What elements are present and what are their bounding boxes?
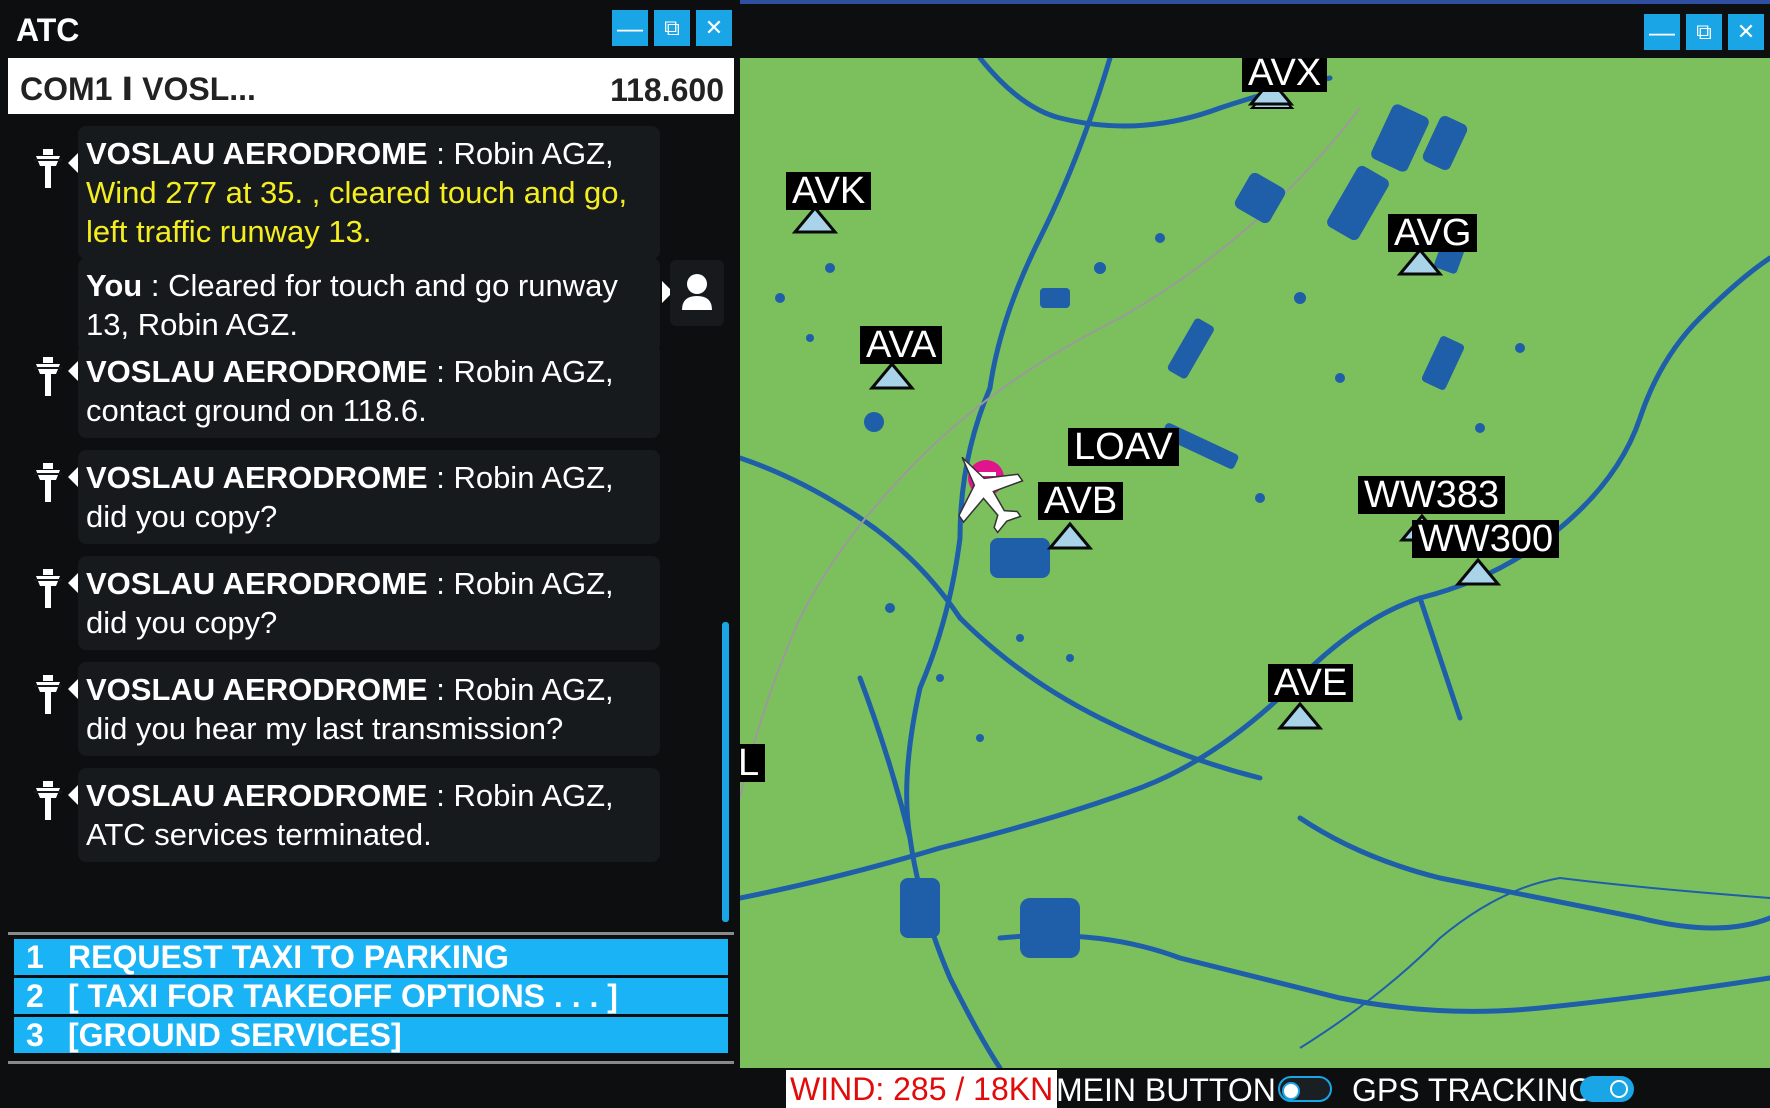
popout-button[interactable]: ⧉: [654, 10, 690, 46]
option-number: 3: [26, 1017, 44, 1053]
tower-icon: [34, 569, 62, 608]
message-speaker: VOSLAU AERODROME: [86, 778, 428, 813]
message-separator: :: [427, 778, 454, 813]
mein-button-label: MEIN BUTTON: [1056, 1072, 1276, 1108]
message-item: VOSLAU AERODROME : Robin AGZ, ATC servic…: [78, 768, 660, 862]
message-item: VOSLAU AERODROME : Robin AGZ, contact gr…: [78, 344, 660, 438]
message-item: VOSLAU AERODROME : Robin AGZ, did you co…: [78, 556, 660, 650]
message-speaker: VOSLAU AERODROME: [86, 672, 428, 707]
map-minimize-button[interactable]: —: [1644, 14, 1680, 50]
atc-footer: [8, 1066, 734, 1108]
option-label: [GROUND SERVICES]: [68, 1017, 402, 1053]
message-speaker: VOSLAU AERODROME: [86, 136, 428, 171]
waypoint-label[interactable]: AVG: [1388, 214, 1478, 252]
message-separator: :: [427, 566, 454, 601]
map-window: — ⧉ ✕ AVX AVK AVG AVA LOAV AVB WW383 WW3…: [740, 0, 1770, 1108]
waypoint-label[interactable]: WW383: [1358, 476, 1506, 514]
tower-icon: [34, 463, 62, 502]
message-speaker: VOSLAU AERODROME: [86, 566, 428, 601]
com-frequency-value: 118.600: [610, 72, 724, 108]
atc-titlebar[interactable]: ATC — ⧉ ✕: [8, 6, 734, 56]
message-text: Robin AGZ,: [453, 136, 614, 171]
option-number: 1: [26, 939, 44, 975]
close-button[interactable]: ✕: [696, 10, 732, 46]
message-speaker: You: [86, 268, 143, 303]
message-item: VOSLAU AERODROME : Robin AGZ, did you he…: [78, 662, 660, 756]
gps-tracking-toggle[interactable]: [1580, 1076, 1634, 1102]
waypoint-markers: [791, 77, 1502, 730]
tower-icon: [34, 149, 62, 188]
waypoint-label[interactable]: AVB: [1038, 482, 1124, 520]
map-titlebar[interactable]: — ⧉ ✕: [740, 0, 1770, 58]
frequency-bar[interactable]: COM1 ꓲ VOSL... 118.600: [8, 58, 734, 114]
mein-button-toggle[interactable]: [1278, 1076, 1332, 1102]
message-scrollbar[interactable]: [722, 622, 729, 922]
message-item: VOSLAU AERODROME : Robin AGZ, Wind 277 a…: [78, 126, 660, 259]
toggle-knob: [1282, 1082, 1300, 1100]
minimize-button[interactable]: —: [612, 10, 648, 46]
map-close-button[interactable]: ✕: [1728, 14, 1764, 50]
message-separator: :: [427, 460, 454, 495]
wind-readout: WIND: 285 / 18KN: [786, 1070, 1058, 1108]
tower-icon: [34, 675, 62, 714]
com-station-label: COM1 ꓲ VOSL...: [20, 71, 256, 107]
message-separator: :: [427, 672, 454, 707]
waypoint-label[interactable]: WW300: [1412, 520, 1560, 558]
waypoint-label-airport[interactable]: LOAV: [1068, 428, 1179, 466]
message-separator: :: [142, 268, 169, 303]
tower-icon: [34, 781, 62, 820]
user-icon: [670, 260, 724, 326]
message-separator: :: [427, 354, 454, 389]
atc-options-menu: 1 REQUEST TAXI TO PARKING 2 [ TAXI FOR TAK…: [8, 932, 734, 1064]
waypoint-label[interactable]: L: [740, 744, 766, 782]
message-highlight: Wind 277 at 35. , cleared touch and go, …: [86, 175, 628, 249]
message-item-user: You : Cleared for touch and go runway 13…: [78, 258, 660, 352]
tower-icon: [34, 357, 62, 396]
message-item: VOSLAU AERODROME : Robin AGZ, did you co…: [78, 450, 660, 544]
atc-title: ATC: [16, 12, 80, 48]
waypoint-label[interactable]: AVE: [1268, 664, 1354, 702]
option-taxi-takeoff[interactable]: 2 [ TAXI FOR TAKEOFF OPTIONS . . . ]: [14, 978, 728, 1014]
map-status-bar: WIND: 285 / 18KN MEIN BUTTON GPS TRACKIN…: [740, 1068, 1770, 1108]
gps-tracking-label: GPS TRACKING: [1352, 1072, 1594, 1108]
waypoint-label[interactable]: AVA: [860, 326, 943, 364]
message-speaker: VOSLAU AERODROME: [86, 460, 428, 495]
option-ground-services[interactable]: 3 [GROUND SERVICES]: [14, 1017, 728, 1053]
map-popout-button[interactable]: ⧉: [1686, 14, 1722, 50]
atc-window: ATC — ⧉ ✕ COM1 ꓲ VOSL... 118.600 VOSLAU …: [0, 0, 740, 1108]
option-number: 2: [26, 978, 44, 1014]
option-label: [ TAXI FOR TAKEOFF OPTIONS . . . ]: [68, 978, 618, 1014]
message-log[interactable]: VOSLAU AERODROME : Robin AGZ, Wind 277 a…: [8, 118, 734, 930]
message-separator: :: [427, 136, 454, 171]
toggle-knob: [1610, 1080, 1628, 1098]
map-view[interactable]: AVX AVK AVG AVA LOAV AVB WW383 WW300 AVE…: [740, 58, 1770, 1068]
option-request-taxi[interactable]: 1 REQUEST TAXI TO PARKING: [14, 939, 728, 975]
option-label: REQUEST TAXI TO PARKING: [68, 939, 509, 975]
waypoint-label[interactable]: AVK: [786, 172, 872, 210]
waypoint-label[interactable]: AVX: [1242, 58, 1328, 92]
message-speaker: VOSLAU AERODROME: [86, 354, 428, 389]
